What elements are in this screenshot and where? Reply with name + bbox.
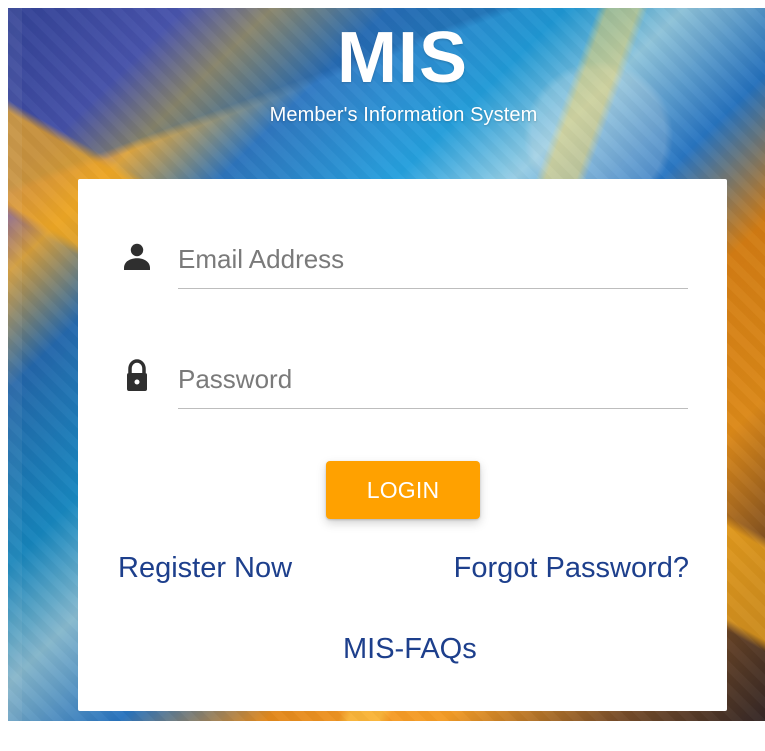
page-header: MIS Member's Information System bbox=[0, 22, 765, 127]
password-field-group bbox=[116, 351, 688, 409]
email-underline bbox=[178, 288, 688, 289]
faq-link[interactable]: MIS-FAQs bbox=[343, 635, 477, 664]
app-title: MIS bbox=[336, 18, 468, 98]
password-input[interactable] bbox=[178, 351, 688, 407]
forgot-password-link[interactable]: Forgot Password? bbox=[454, 554, 689, 583]
app-subtitle: Member's Information System bbox=[269, 104, 538, 126]
user-icon bbox=[116, 239, 158, 275]
login-card: LOGIN Register Now Forgot Password? MIS-… bbox=[78, 179, 727, 711]
email-field-group bbox=[116, 231, 688, 289]
lock-icon bbox=[116, 359, 158, 395]
email-input[interactable] bbox=[178, 231, 688, 287]
register-link[interactable]: Register Now bbox=[118, 554, 292, 583]
login-button[interactable]: LOGIN bbox=[326, 461, 480, 519]
password-underline bbox=[178, 408, 688, 409]
